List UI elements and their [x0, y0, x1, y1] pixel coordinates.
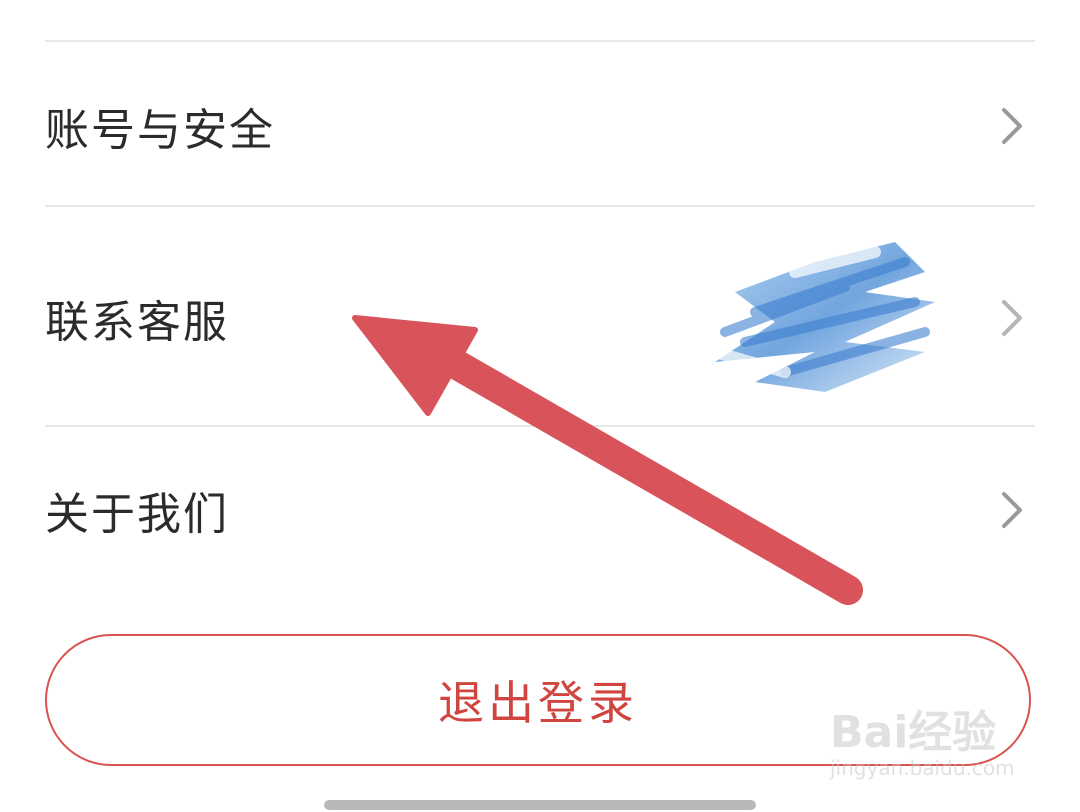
redacted-phone-scribble — [709, 242, 935, 392]
settings-page: 账号与安全 联系客服 关于我们 退出登录 Bai经验 jingyan.baidu… — [0, 0, 1080, 812]
home-indicator[interactable] — [324, 800, 756, 810]
chevron-right-icon — [1002, 108, 1022, 144]
divider — [45, 425, 1035, 427]
divider — [45, 40, 1035, 42]
menu-item-label: 账号与安全 — [45, 105, 275, 156]
watermark-brand: Bai经验 — [830, 707, 997, 758]
logout-button-label: 退出登录 — [438, 676, 638, 730]
baidu-jingyan-watermark: Bai经验 jingyan.baidu.com — [830, 690, 1030, 800]
menu-item-about-us[interactable]: 关于我们 — [45, 470, 1035, 550]
divider — [45, 205, 1035, 207]
menu-item-account-security[interactable]: 账号与安全 — [45, 86, 1035, 166]
watermark-url: jingyan.baidu.com — [830, 756, 1015, 780]
menu-item-label: 联系客服 — [45, 297, 229, 348]
menu-item-label: 关于我们 — [45, 489, 229, 540]
chevron-right-icon — [1002, 492, 1022, 528]
chevron-right-icon — [1002, 300, 1022, 336]
